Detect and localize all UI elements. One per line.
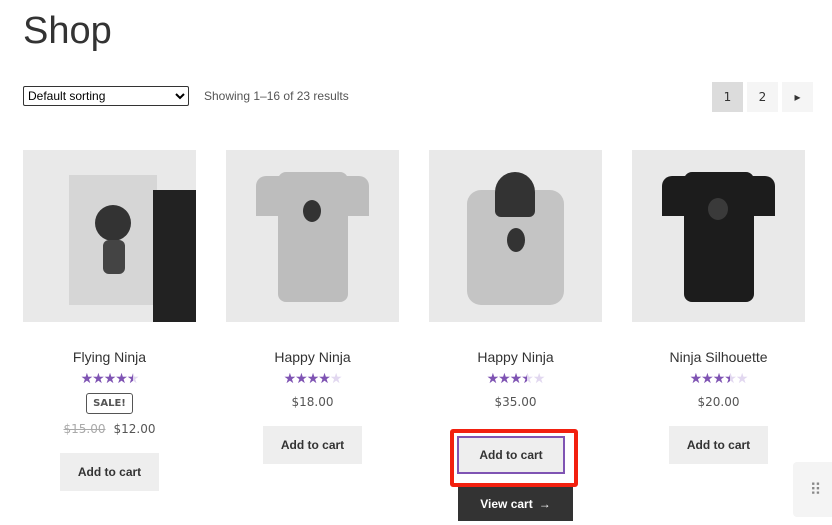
sort-select[interactable]: Default sorting [23,86,189,106]
arrow-right-icon: → [538,497,551,511]
product-card: Ninja Silhouette ★★★★★★★★★★ $20.00 Add t… [632,150,805,464]
pagination: 1 2 ▸ [712,82,813,112]
product-card: Happy Ninja ★★★★★★★★★★ $18.00 Add to car… [226,150,399,464]
result-count: Showing 1–16 of 23 results [204,89,349,103]
add-to-cart-button[interactable]: Add to cart [668,426,769,464]
product-image[interactable] [226,150,399,322]
price: $35.00 [494,395,537,409]
star-rating: ★★★★★★★★★★ [283,371,343,387]
star-rating: ★★★★★★★★★★ [689,371,749,387]
add-to-cart-button[interactable]: Add to cart [262,426,363,464]
price: $18.00 [291,395,334,409]
add-to-cart-button[interactable]: Add to cart [457,436,565,474]
product-image[interactable] [23,150,196,322]
price: $15.00 $12.00 [63,422,156,436]
product-name[interactable]: Happy Ninja [226,349,399,365]
highlight-box: Add to cart [450,429,578,487]
drag-handle-icon[interactable]: ⠿ [793,462,832,517]
product-image[interactable] [429,150,602,322]
star-rating: ★★★★★★★★★★ [486,371,546,387]
chevron-right-icon[interactable]: ▸ [782,82,813,112]
page-1[interactable]: 1 [712,82,743,112]
star-rating: ★★★★★★★★★★ [80,371,140,387]
product-name[interactable]: Happy Ninja [429,349,602,365]
add-to-cart-button[interactable]: Add to cart [59,453,160,491]
product-name[interactable]: Ninja Silhouette [632,349,805,365]
sale-badge: SALE! [86,393,133,414]
page-title: Shop [23,10,112,52]
product-card: Flying Ninja ★★★★★★★★★★ SALE! $15.00$12.… [23,150,196,491]
price: $20.00 [697,395,740,409]
product-name[interactable]: Flying Ninja [23,349,196,365]
product-card: Happy Ninja ★★★★★★★★★★ $35.00 [429,150,602,409]
page-2[interactable]: 2 [747,82,778,112]
view-cart-button[interactable]: View cart → [458,487,573,521]
product-image[interactable] [632,150,805,322]
